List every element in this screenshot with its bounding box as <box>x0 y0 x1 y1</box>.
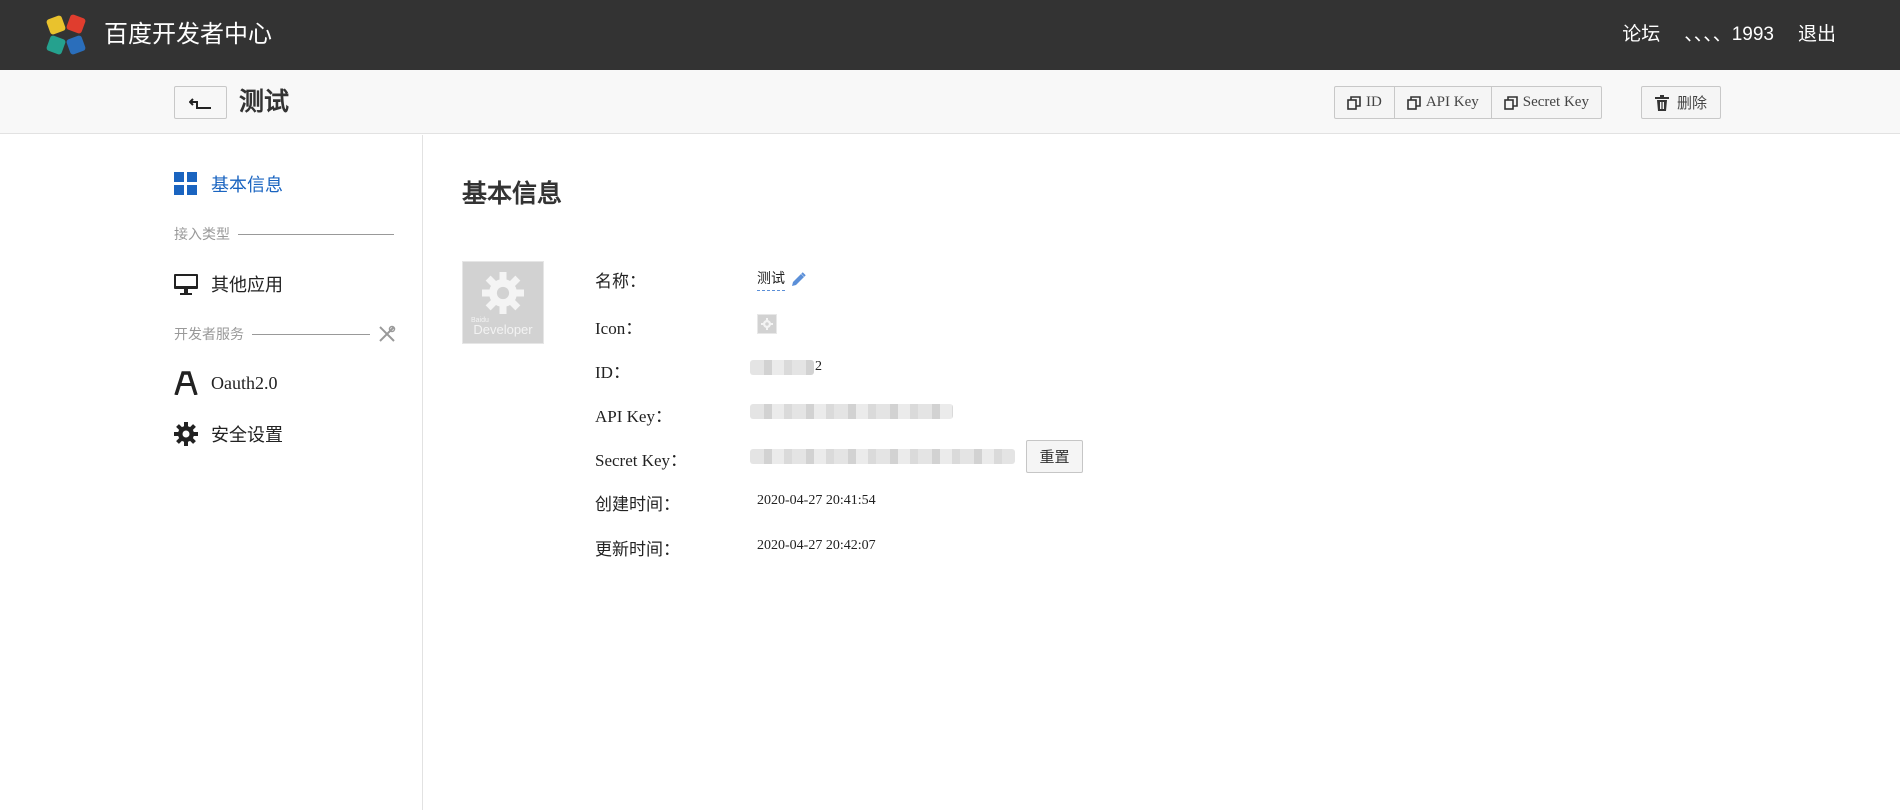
sidebar: 基本信息 接入类型 其他应用 开发者服务 Oauth2.0 安全设置 <box>0 135 423 810</box>
icon-thumbnail[interactable] <box>757 314 777 334</box>
gear-icon <box>761 318 773 330</box>
reset-secret-button[interactable]: 重置 <box>1026 440 1083 473</box>
sidebar-item-other-app[interactable]: 其他应用 <box>174 271 283 297</box>
section-dev-service: 开发者服务 <box>174 324 396 344</box>
copy-icon <box>1503 95 1518 110</box>
gear-icon <box>482 272 524 314</box>
copy-api-key-label: API Key <box>1425 94 1479 110</box>
copy-icon <box>1407 95 1421 110</box>
sidebar-item-label: 基本信息 <box>211 175 283 195</box>
user-link[interactable]: 、、、、1993 <box>1684 22 1774 48</box>
top-nav-links: 论坛 、、、、1993 退出 <box>1622 22 1836 48</box>
edit-pencil-icon[interactable] <box>789 271 807 289</box>
logout-link[interactable]: 退出 <box>1798 22 1836 48</box>
page-title: 测试 <box>239 88 290 116</box>
name-field: 测试 <box>757 268 807 291</box>
id-label: ID： <box>595 363 630 382</box>
divider <box>238 233 394 235</box>
delete-button[interactable]: 删除 <box>1641 86 1722 119</box>
back-arrow-icon <box>188 97 211 109</box>
forum-link[interactable]: 论坛 <box>1622 22 1660 48</box>
sidebar-item-basic-info[interactable]: 基本信息 <box>174 171 283 197</box>
api-key-label: API Key： <box>595 407 672 426</box>
updated-time-value: 2020-04-27 20:42:07 <box>757 538 876 553</box>
copy-id-button[interactable]: ID <box>1335 87 1395 118</box>
id-value-suffix: 2 <box>815 359 822 374</box>
divider <box>252 333 370 335</box>
sidebar-item-label: Oauth2.0 <box>211 372 278 393</box>
top-navbar: 百度开发者中心 论坛 、、、、1993 退出 <box>0 0 1900 70</box>
created-time-value: 2020-04-27 20:41:54 <box>757 493 876 508</box>
section-label: 接入类型 <box>174 226 230 242</box>
icon-label: Icon： <box>595 319 643 338</box>
created-time-label: 创建时间： <box>595 495 680 514</box>
app-icon-image: Baidu Developer <box>462 261 544 344</box>
trash-icon <box>1655 94 1669 111</box>
sidebar-item-label: 安全设置 <box>211 425 283 445</box>
brand-title[interactable]: 百度开发者中心 <box>104 20 272 50</box>
name-label: 名称： <box>595 272 646 291</box>
section-label: 开发者服务 <box>174 326 244 342</box>
sidebar-item-label: 其他应用 <box>211 275 283 295</box>
id-value-redacted <box>750 360 814 375</box>
copy-button-group: ID API Key Secret Key <box>1334 86 1602 119</box>
copy-api-key-button[interactable]: API Key <box>1395 87 1492 118</box>
tools-icon[interactable] <box>378 325 396 343</box>
copy-secret-key-label: Secret Key <box>1522 94 1589 110</box>
baidu-developer-logo[interactable] <box>44 13 90 57</box>
copy-id-label: ID <box>1366 94 1382 110</box>
monitor-icon <box>174 274 198 295</box>
oauth-icon <box>174 371 198 395</box>
copy-icon <box>1347 95 1361 110</box>
grid-icon <box>174 172 197 195</box>
sidebar-item-oauth[interactable]: Oauth2.0 <box>174 371 278 395</box>
secret-key-label: Secret Key： <box>595 451 688 470</box>
section-access-type: 接入类型 <box>174 224 394 244</box>
secret-key-value-redacted <box>750 449 1015 464</box>
copy-secret-key-button[interactable]: Secret Key <box>1492 87 1601 118</box>
sidebar-item-security[interactable]: 安全设置 <box>174 421 283 447</box>
updated-time-label: 更新时间： <box>595 540 680 559</box>
back-button[interactable] <box>174 86 227 119</box>
api-key-value-redacted <box>750 404 953 419</box>
section-title: 基本信息 <box>462 180 563 208</box>
name-value[interactable]: 测试 <box>757 268 785 291</box>
delete-label: 删除 <box>1677 95 1708 112</box>
gear-icon <box>174 422 198 446</box>
sub-header: 测试 ID API Key Secret Key 删除 <box>0 70 1900 134</box>
icon-caption-developer: Developer <box>473 322 533 337</box>
